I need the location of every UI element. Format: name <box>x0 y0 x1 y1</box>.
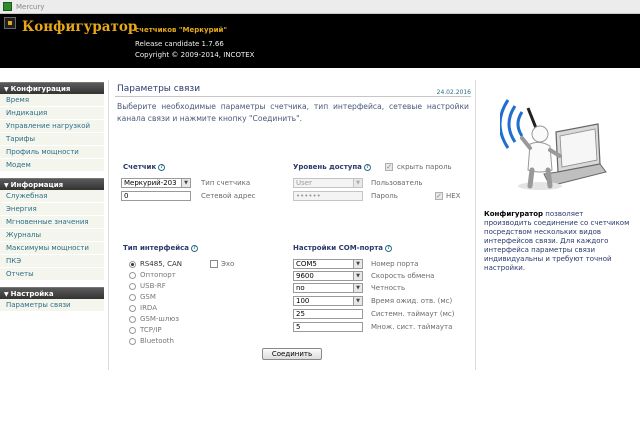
access-section-label: Уровень доступа? <box>293 163 371 171</box>
sidebar-item-power-profile[interactable]: Профиль мощности <box>0 146 104 159</box>
chevron-down-icon: ▼ <box>353 297 362 305</box>
app-icon <box>3 2 12 11</box>
header-subtitle: счетчиков "Меркурий" <box>135 26 228 34</box>
com-port-select[interactable]: COM5 ▼ <box>293 259 363 269</box>
window-titlebar: Mercury <box>0 0 640 14</box>
user-label: Пользователь <box>371 179 423 187</box>
sidebar-item-time[interactable]: Время <box>0 94 104 107</box>
chevron-down-icon: ▼ <box>353 284 362 292</box>
sidebar-item-reports[interactable]: Отчеты <box>0 268 104 281</box>
echo-checkbox[interactable] <box>210 260 218 268</box>
response-timeout-select[interactable]: 100 ▼ <box>293 296 363 306</box>
connection-illustration-icon <box>500 99 607 190</box>
sidebar-item-load-control[interactable]: Управление нагрузкой <box>0 120 104 133</box>
header-copyright: Copyright © 2009-2014, INCOTEX <box>135 51 255 59</box>
system-timeout-input[interactable]: 25 <box>293 309 363 319</box>
sidebar-section-info[interactable]: ▼ Информация <box>0 178 104 190</box>
page-title: Параметры связи <box>117 84 201 94</box>
header-version: Release candidate 1.7.66 <box>135 40 224 48</box>
title-divider <box>115 96 471 97</box>
sidebar-item-energy[interactable]: Энергия <box>0 203 104 216</box>
sidebar-item-connection-params[interactable]: Параметры связи <box>0 299 104 312</box>
radio-tcp-ip[interactable]: TCP/IP <box>129 325 162 335</box>
echo-label: Эхо <box>221 260 235 268</box>
radio-bluetooth[interactable]: Bluetooth <box>129 336 174 346</box>
triangle-down-icon: ▼ <box>4 86 9 93</box>
radio-optoport[interactable]: Оптопорт <box>129 270 176 280</box>
sidebar-item-display[interactable]: Индикация <box>0 107 104 120</box>
brand-title: Конфигуратор <box>22 19 138 35</box>
baud-rate-label: Скорость обмена <box>371 272 435 280</box>
radio-usb-rf[interactable]: USB-RF <box>129 281 166 291</box>
sidebar-section-config[interactable]: ▼ Конфигурация <box>0 82 104 94</box>
help-icon[interactable]: ? <box>385 245 393 252</box>
info-description: Конфигуратор позволяет производить соеди… <box>484 210 630 272</box>
password-input[interactable]: •••••• <box>293 191 363 201</box>
hex-label: HEX <box>446 192 461 200</box>
com-port-label: Номер порта <box>371 260 419 268</box>
main-content: Параметры связи 24.02.2016 Выберите необ… <box>108 80 476 370</box>
sidebar-section-settings[interactable]: ▼ Настройка <box>0 287 104 299</box>
radio-gsm[interactable]: GSM <box>129 292 156 302</box>
timeout-multiplier-label: Множ. сист. таймаута <box>371 323 453 331</box>
chevron-down-icon: ▼ <box>353 179 362 187</box>
sidebar-item-service[interactable]: Служебная <box>0 190 104 203</box>
radio-gsm-gateway[interactable]: GSM-шлюз <box>129 314 179 324</box>
help-icon[interactable]: ? <box>158 164 166 171</box>
connect-button[interactable]: Соединить <box>262 348 322 360</box>
chevron-down-icon: ▼ <box>353 260 362 268</box>
com-section-label: Настройки COM-порта? <box>293 244 393 252</box>
meter-type-label: Тип счетчика <box>201 179 251 187</box>
meter-section-label: Счетчик? <box>123 163 166 171</box>
interface-section-label: Тип интерфейса? <box>123 244 198 252</box>
hide-password-checkbox[interactable]: ✓ <box>385 163 393 171</box>
hex-checkbox[interactable]: ✓ <box>435 192 443 200</box>
triangle-down-icon: ▼ <box>4 182 9 189</box>
radio-rs485-can[interactable]: RS485, CAN <box>129 259 182 269</box>
sidebar-item-power-maximums[interactable]: Максимумы мощности <box>0 242 104 255</box>
sidebar: ▼ Конфигурация Время Индикация Управление… <box>0 82 104 312</box>
password-label: Пароль <box>371 192 398 200</box>
sidebar-item-modem[interactable]: Модем <box>0 159 104 172</box>
sidebar-item-instant-values[interactable]: Мгновенные значения <box>0 216 104 229</box>
sidebar-item-journals[interactable]: Журналы <box>0 229 104 242</box>
logo-icon <box>4 17 16 29</box>
parity-select[interactable]: no ▼ <box>293 283 363 293</box>
hide-password-label: скрыть пароль <box>397 163 452 171</box>
meter-type-select[interactable]: Меркурий-203 ▼ <box>121 178 191 188</box>
network-address-input[interactable]: 0 <box>121 191 191 201</box>
chevron-down-icon: ▼ <box>181 179 190 187</box>
radio-irda[interactable]: IRDA <box>129 303 157 313</box>
response-timeout-label: Время ожид. отв. (мс) <box>371 297 453 305</box>
chevron-down-icon: ▼ <box>353 272 362 280</box>
help-icon[interactable]: ? <box>363 164 371 171</box>
timeout-multiplier-input[interactable]: 5 <box>293 322 363 332</box>
parity-label: Четность <box>371 284 406 292</box>
sidebar-item-tariffs[interactable]: Тарифы <box>0 133 104 146</box>
intro-text: Выберите необходимые параметры счетчика,… <box>117 102 469 123</box>
baud-rate-select[interactable]: 9600 ▼ <box>293 271 363 281</box>
access-level-select[interactable]: User ▼ <box>293 178 363 188</box>
triangle-down-icon: ▼ <box>4 291 9 298</box>
sidebar-item-pke[interactable]: ПКЭ <box>0 255 104 268</box>
window-title: Mercury <box>16 2 45 11</box>
network-address-label: Сетевой адрес <box>201 192 256 200</box>
system-timeout-label: Системн. таймаут (мс) <box>371 310 455 318</box>
help-icon[interactable]: ? <box>190 245 198 252</box>
app-header: Конфигуратор счетчиков "Меркурий" Releas… <box>0 14 640 68</box>
page-date: 24.02.2016 <box>436 89 471 96</box>
